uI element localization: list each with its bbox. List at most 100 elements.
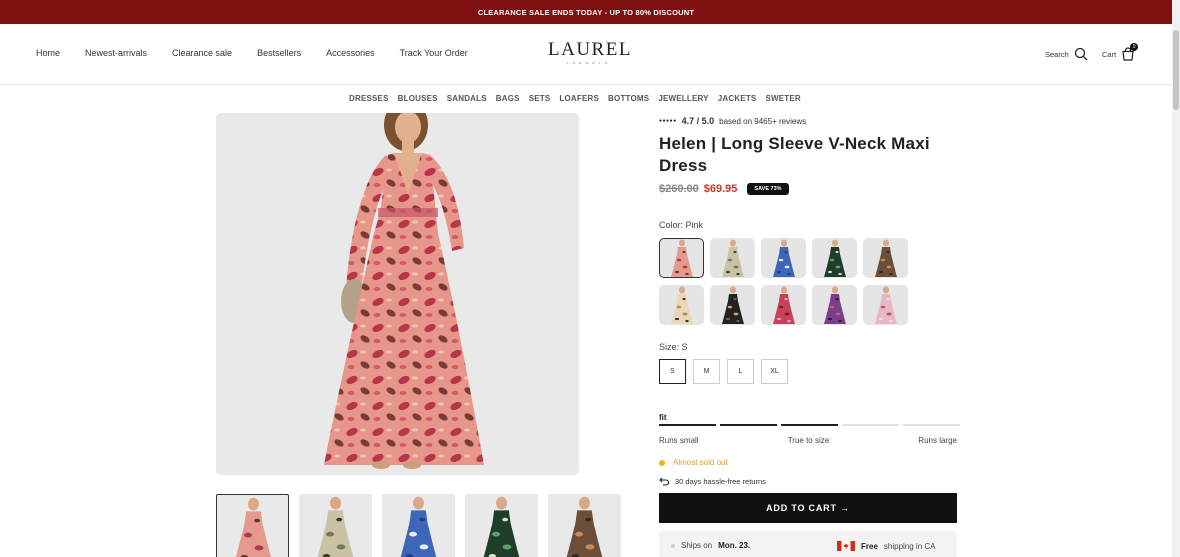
category-loafers[interactable]: LOAFERS xyxy=(559,94,599,103)
site-header: Home Newest-arrivals Clearance sale Best… xyxy=(0,24,1172,85)
canada-flag-icon xyxy=(837,541,855,551)
color-swatch[interactable] xyxy=(710,285,755,325)
logo-wordmark: LAUREL xyxy=(548,39,632,60)
category-jewellery[interactable]: JEWELLERY xyxy=(658,94,708,103)
product-rating[interactable]: ●●●●● 4.7 / 5.0 based on 9465+ reviews xyxy=(659,116,806,126)
free-shipping: Free shipping in CA xyxy=(837,541,936,551)
product-main-image[interactable] xyxy=(216,113,579,475)
size-option-l[interactable]: L xyxy=(727,359,754,384)
star-rating-icon: ●●●●● xyxy=(659,118,677,124)
dress-figure-image xyxy=(721,239,744,277)
color-swatch[interactable] xyxy=(710,238,755,278)
color-swatch[interactable] xyxy=(659,285,704,325)
dress-figure-image xyxy=(772,286,795,324)
cart-label: Cart xyxy=(1102,49,1117,59)
color-swatch[interactable] xyxy=(812,285,857,325)
fit-meter-segment xyxy=(720,424,777,426)
add-to-cart-button[interactable]: ADD TO CART → xyxy=(659,493,957,523)
color-swatches xyxy=(659,238,908,325)
category-bags[interactable]: BAGS xyxy=(496,94,520,103)
rating-score: 4.7 / 5.0 xyxy=(681,116,715,126)
returns-info: 30 days hassle-free returns xyxy=(659,477,766,486)
size-option-s[interactable]: S xyxy=(659,359,686,384)
product-thumbnail[interactable] xyxy=(382,494,455,557)
color-swatch[interactable] xyxy=(761,238,806,278)
color-swatch[interactable] xyxy=(863,238,908,278)
dress-figure-image xyxy=(823,286,846,324)
nav-bestsellers[interactable]: Bestsellers xyxy=(257,48,301,58)
category-sandals[interactable]: SANDALS xyxy=(447,94,487,103)
promo-banner: CLEARANCE SALE ENDS TODAY - UP TO 80% DI… xyxy=(0,0,1172,24)
size-selector: S M L XL xyxy=(659,359,788,384)
search-label: Search xyxy=(1045,49,1069,59)
fit-meter xyxy=(659,424,960,426)
fit-runs-large: Runs large xyxy=(918,436,957,445)
product-thumbnail[interactable] xyxy=(465,494,538,557)
dress-model-image xyxy=(324,113,484,469)
warning-dot-icon xyxy=(659,459,665,466)
stock-text: Almost sold out xyxy=(673,458,728,467)
product-thumbnail[interactable] xyxy=(216,494,289,557)
category-jackets[interactable]: JACKETS xyxy=(718,94,757,103)
dress-figure-image xyxy=(874,286,897,324)
dress-figure-image xyxy=(317,496,354,557)
product-title: Helen | Long Sleeve V-Neck Maxi Dress xyxy=(659,134,930,175)
dress-figure-image xyxy=(772,239,795,277)
cart-icon-wrap: 0 xyxy=(1121,43,1139,61)
color-swatch[interactable] xyxy=(659,238,704,278)
sale-price: $69.95 xyxy=(703,183,738,195)
rating-review-count: based on 9465+ reviews xyxy=(719,116,807,126)
store-logo[interactable]: LAUREL TORONTO xyxy=(548,40,630,66)
fit-scale-labels: Runs small True to size Runs large xyxy=(659,436,957,445)
category-nav: DRESSES BLOUSES SANDALS BAGS SETS LOAFER… xyxy=(349,94,801,103)
dress-figure-image xyxy=(670,286,693,324)
color-swatch[interactable] xyxy=(812,238,857,278)
nav-clearance-sale[interactable]: Clearance sale xyxy=(172,48,232,58)
fit-label: fit xyxy=(659,413,667,422)
ships-prefix: Ships on xyxy=(681,541,713,550)
ship-date: Ships on Mon. 23. xyxy=(671,541,750,550)
free-label: Free xyxy=(861,541,878,551)
compare-at-price: $260.00 xyxy=(659,183,699,195)
fit-meter-segment xyxy=(903,424,960,426)
fit-meter-segment xyxy=(781,424,838,426)
ship-dot-icon xyxy=(671,543,675,548)
page-scrollbar[interactable] xyxy=(1172,0,1180,557)
fit-meter-segment xyxy=(842,424,899,426)
size-label: Size: S xyxy=(659,342,688,352)
returns-text: 30 days hassle-free returns xyxy=(675,477,766,486)
dress-figure-image xyxy=(400,496,437,557)
category-bottoms[interactable]: BOTTOMS xyxy=(608,94,649,103)
stock-status: Almost sold out xyxy=(659,458,728,467)
category-blouses[interactable]: BLOUSES xyxy=(398,94,438,103)
dress-figure-image xyxy=(874,239,897,277)
header-search-button[interactable]: Search xyxy=(1045,47,1088,61)
main-nav: Home Newest-arrivals Clearance sale Best… xyxy=(36,48,468,58)
color-swatch[interactable] xyxy=(761,285,806,325)
promo-text: CLEARANCE SALE ENDS TODAY - UP TO 80% DI… xyxy=(477,7,695,17)
price-block: $260.00 $69.95 SAVE 73% xyxy=(659,183,789,195)
nav-accessories[interactable]: Accessories xyxy=(326,48,375,58)
ships-date: Mon. 23. xyxy=(718,541,751,550)
size-option-m[interactable]: M xyxy=(693,359,720,384)
product-thumbnail[interactable] xyxy=(299,494,372,557)
category-sweter[interactable]: SWETER xyxy=(765,94,800,103)
category-sets[interactable]: SETS xyxy=(529,94,551,103)
shipping-info: Ships on Mon. 23. Free shipping in CA xyxy=(659,531,957,557)
return-arrow-icon xyxy=(659,477,669,486)
scrollbar-thumb[interactable] xyxy=(1173,30,1179,110)
nav-home[interactable]: Home xyxy=(36,48,60,58)
product-thumbnail[interactable] xyxy=(548,494,621,557)
save-badge: SAVE 73% xyxy=(747,183,789,195)
size-option-xl[interactable]: XL xyxy=(761,359,788,384)
header-cart-button[interactable]: Cart 0 xyxy=(1102,43,1139,61)
color-label: Color: Pink xyxy=(659,220,704,230)
nav-newest-arrivals[interactable]: Newest-arrivals xyxy=(85,48,147,58)
fit-meter-segment xyxy=(659,424,716,426)
dress-figure-image xyxy=(721,286,744,324)
product-thumbnails xyxy=(216,494,621,557)
nav-track-order[interactable]: Track Your Order xyxy=(400,48,468,58)
category-dresses[interactable]: DRESSES xyxy=(349,94,389,103)
color-swatch[interactable] xyxy=(863,285,908,325)
dress-figure-image xyxy=(235,497,272,557)
